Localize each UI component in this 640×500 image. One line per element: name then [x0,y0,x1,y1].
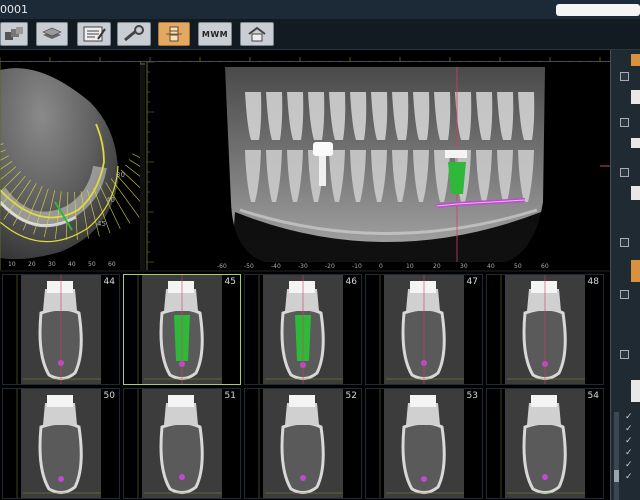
axial-side-label: 40 [106,196,115,204]
implant-icon [166,26,182,42]
side-checkbox[interactable] [620,72,629,81]
cross-section-number: 44 [103,277,115,287]
implant-button[interactable] [158,22,190,46]
pano-tick-label: 50 [514,263,522,270]
axial-tick-label: 20 [28,261,36,268]
cross-section-image [245,275,361,384]
pano-tick-label: 20 [433,263,441,270]
side-checkbox[interactable] [620,350,629,359]
cross-section-45[interactable]: 45 [123,274,241,385]
cross-section-number: 51 [224,391,236,401]
pano-tick-label: 10 [406,263,414,270]
check-icon[interactable]: ✓ [625,412,633,422]
pano-tick-label: -40 [271,263,281,270]
stack-button[interactable] [36,22,68,46]
cross-section-52[interactable]: 52 [244,388,362,499]
report-icon [83,26,106,42]
side-checkbox[interactable] [620,118,629,127]
axial-side-label: 45 [97,220,106,228]
cross-section-image [487,275,603,384]
side-panel: ✓ ✓ ✓ ✓ ✓ ✓ [610,50,640,500]
panoramic-view[interactable]: -60 -50 -40 -30 -20 -10 0 10 20 30 40 50 60 [145,62,610,270]
cross-section-54[interactable]: 54 [486,388,604,499]
pano-tick-label: -20 [325,263,335,270]
toolbar: MWM [0,19,640,50]
panoramic-image: -60 -50 -40 -30 -20 -10 0 10 20 30 40 50 60 [145,62,610,270]
side-tab[interactable] [631,54,640,66]
pano-tick-label: 40 [487,263,495,270]
side-scrollbar[interactable] [614,412,619,500]
search-field[interactable] [556,4,640,16]
axial-tick-label: 10 [8,261,16,268]
axial-view[interactable]: 30 40 45 10 20 30 40 50 60 [0,62,140,270]
axial-image: 30 40 45 10 20 30 40 50 60 [0,62,140,270]
cross-section-46[interactable]: 46 [244,274,362,385]
cross-section-48[interactable]: 48 [486,274,604,385]
cross-section-number: 53 [466,391,478,401]
title-bar: 0001 [0,0,640,19]
house-icon [248,26,266,42]
side-checkbox[interactable] [620,168,629,177]
top-ruler [0,50,611,65]
cross-section-panel: 44 45 46 47 48 50 51 52 53 54 [0,272,610,500]
cross-section-image [487,389,603,498]
check-icon[interactable]: ✓ [625,472,633,482]
layout-button[interactable] [0,22,28,46]
pano-tick-label: 60 [541,263,549,270]
window-title: 0001 [0,3,28,16]
cross-section-image [124,275,240,384]
cross-section-53[interactable]: 53 [365,388,483,499]
cross-section-number: 48 [587,277,599,287]
wrench-icon [124,25,144,42]
cross-section-image [124,389,240,498]
side-checkbox[interactable] [620,290,629,299]
mwm-button-label: MWM [201,29,229,39]
check-icon[interactable]: ✓ [625,424,633,434]
cross-section-image [3,275,119,384]
tools-button[interactable] [117,22,151,46]
side-control[interactable] [631,380,640,402]
check-icon[interactable]: ✓ [625,448,633,458]
side-control[interactable] [631,90,640,104]
pano-tick-label: -10 [352,263,362,270]
side-control[interactable] [631,138,640,148]
cross-section-image [366,389,482,498]
home-button[interactable] [240,22,274,46]
cross-section-number: 45 [224,277,236,287]
cross-section-number: 52 [345,391,357,401]
pano-tick-label: -50 [244,263,254,270]
stack-icon [42,27,62,39]
side-tab[interactable] [631,260,640,282]
axial-tick-label: 40 [68,261,76,268]
cross-section-image [245,389,361,498]
cross-section-image [3,389,119,498]
cross-section-47[interactable]: 47 [365,274,483,385]
cross-section-50[interactable]: 50 [2,388,120,499]
side-checkbox[interactable] [620,238,629,247]
axial-tick-label: 50 [88,261,96,268]
pano-tick-label: 0 [379,263,383,270]
cross-section-image [366,275,482,384]
check-icon[interactable]: ✓ [625,460,633,470]
layout-icon [5,27,23,40]
scroll-thumb[interactable] [614,470,619,482]
axial-tick-label: 60 [108,261,116,268]
axial-tick-label: 30 [48,261,56,268]
cross-section-44[interactable]: 44 [2,274,120,385]
pano-tick-label: 30 [460,263,468,270]
axial-side-label: 30 [116,171,125,179]
pano-tick-label: -30 [298,263,308,270]
side-control[interactable] [631,186,640,200]
pano-tick-label: -60 [217,263,227,270]
check-icon[interactable]: ✓ [625,436,633,446]
cross-section-number: 50 [103,391,115,401]
report-button[interactable] [77,22,111,46]
mwm-button[interactable]: MWM [198,22,232,46]
cross-section-number: 47 [466,277,478,287]
cross-section-51[interactable]: 51 [123,388,241,499]
cross-section-number: 46 [345,277,357,287]
cross-section-number: 54 [587,391,599,401]
